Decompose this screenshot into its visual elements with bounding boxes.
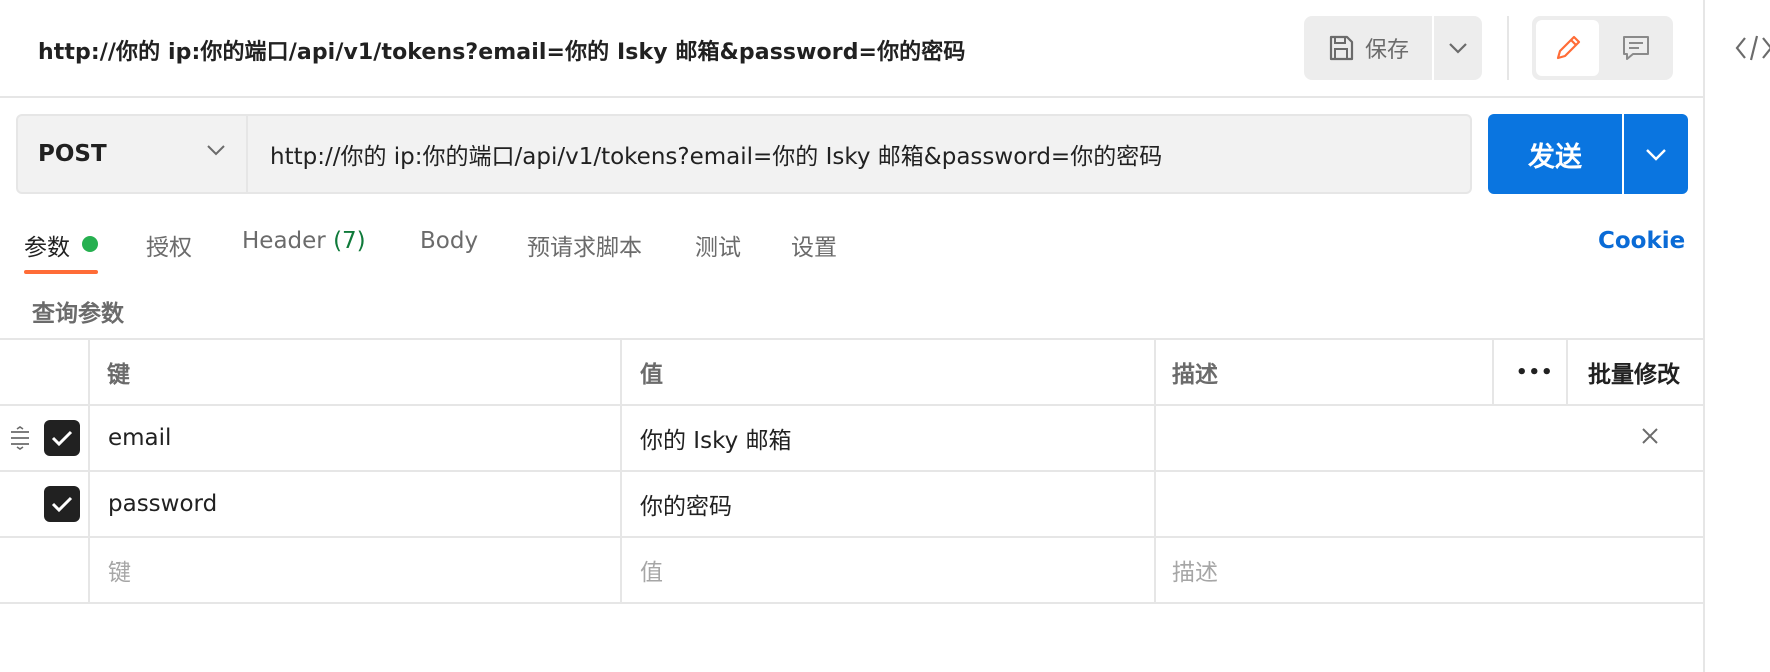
save-label: 保存 (1364, 38, 1409, 63)
column-divider (88, 472, 90, 536)
chevron-down-icon (207, 145, 225, 156)
checkmark-icon (51, 496, 73, 513)
tab-settings[interactable]: 设置 (791, 228, 837, 262)
param-description-field[interactable] (1172, 406, 1472, 470)
row-enabled-checkbox[interactable] (44, 420, 80, 456)
comment-mode-button[interactable] (1604, 20, 1667, 76)
column-divider (620, 406, 622, 470)
send-label: 发送 (1528, 141, 1582, 173)
params-status-dot (82, 236, 98, 252)
param-key-field[interactable]: password (108, 472, 217, 536)
chevron-down-icon (1646, 148, 1666, 161)
column-divider (1154, 538, 1156, 602)
query-params-label: 查询参数 (32, 301, 124, 327)
column-divider (1492, 340, 1494, 404)
tab-headers-count: (7) (333, 228, 366, 254)
new-key-input[interactable]: 键 (108, 538, 131, 602)
column-header-key: 键 (107, 362, 130, 388)
request-header: http://你的 ip:你的端口/api/v1/tokens?email=你的… (0, 0, 1703, 98)
column-divider (88, 538, 90, 602)
row-enabled-checkbox[interactable] (44, 486, 80, 522)
tab-headers[interactable]: Header (7) (242, 228, 366, 254)
send-button[interactable]: 发送 (1488, 114, 1622, 194)
request-bar: POST http://你的 ip:你的端口/api/v1/tokens?ema… (16, 114, 1472, 194)
column-header-description: 描述 (1172, 362, 1218, 388)
tab-auth[interactable]: 授权 (146, 228, 192, 262)
header-divider (1507, 16, 1509, 80)
tab-body[interactable]: Body (420, 228, 478, 254)
column-header-value: 值 (640, 362, 663, 388)
bulk-edit-button[interactable]: 批量修改 (1588, 340, 1680, 404)
url-input[interactable]: http://你的 ip:你的端口/api/v1/tokens?email=你的… (250, 116, 1468, 192)
view-mode-toggle (1532, 16, 1673, 80)
checkmark-icon (51, 430, 73, 447)
more-options-button[interactable]: ••• (1516, 340, 1554, 404)
tab-pre-request-script[interactable]: 预请求脚本 (527, 228, 642, 262)
new-value-input[interactable]: 值 (640, 538, 663, 602)
column-divider (88, 340, 90, 404)
method-value: POST (38, 141, 107, 167)
tab-headers-label: Header (242, 228, 326, 254)
param-value-field[interactable]: 你的 Isky 邮箱 (640, 406, 792, 470)
method-select[interactable]: POST (18, 116, 248, 192)
tab-params[interactable]: 参数 (24, 228, 70, 262)
pencil-icon (1556, 35, 1580, 60)
column-divider (1566, 340, 1568, 404)
new-param-row: 键 值 描述 (0, 538, 1703, 604)
new-description-input[interactable]: 描述 (1172, 538, 1218, 602)
param-key-field[interactable]: email (108, 406, 171, 470)
tab-tests[interactable]: 测试 (695, 228, 741, 262)
param-description-field[interactable] (1172, 472, 1472, 536)
drag-handle-icon[interactable] (8, 426, 32, 450)
table-header-row: 键 值 描述 ••• 批量修改 (0, 338, 1703, 406)
column-divider (1154, 340, 1156, 404)
column-divider (620, 538, 622, 602)
main-panel: http://你的 ip:你的端口/api/v1/tokens?email=你的… (0, 0, 1703, 672)
column-divider (1154, 472, 1156, 536)
comment-icon (1622, 36, 1649, 60)
send-options-button[interactable] (1624, 114, 1688, 194)
request-title[interactable]: http://你的 ip:你的端口/api/v1/tokens?email=你的… (38, 34, 965, 66)
active-tab-indicator (24, 270, 98, 274)
param-value-field[interactable]: 你的密码 (640, 472, 732, 536)
chevron-down-icon (1449, 43, 1467, 54)
request-tabs: 参数 授权 Header (7) Body 预请求脚本 测试 设置 (0, 222, 1703, 274)
column-divider (620, 340, 622, 404)
column-divider (620, 472, 622, 536)
save-button[interactable]: 保存 (1304, 16, 1432, 80)
edit-mode-button[interactable] (1536, 20, 1599, 76)
table-row: email 你的 Isky 邮箱 (0, 406, 1703, 472)
right-sidebar (1703, 0, 1770, 672)
table-row: password 你的密码 (0, 472, 1703, 538)
cookie-link[interactable]: Cookie (1598, 228, 1685, 254)
save-options-button[interactable] (1434, 16, 1482, 80)
code-icon[interactable] (1735, 32, 1770, 64)
column-divider (1154, 406, 1156, 470)
column-divider (88, 406, 90, 470)
close-icon[interactable] (1640, 426, 1660, 446)
save-icon (1329, 35, 1354, 61)
